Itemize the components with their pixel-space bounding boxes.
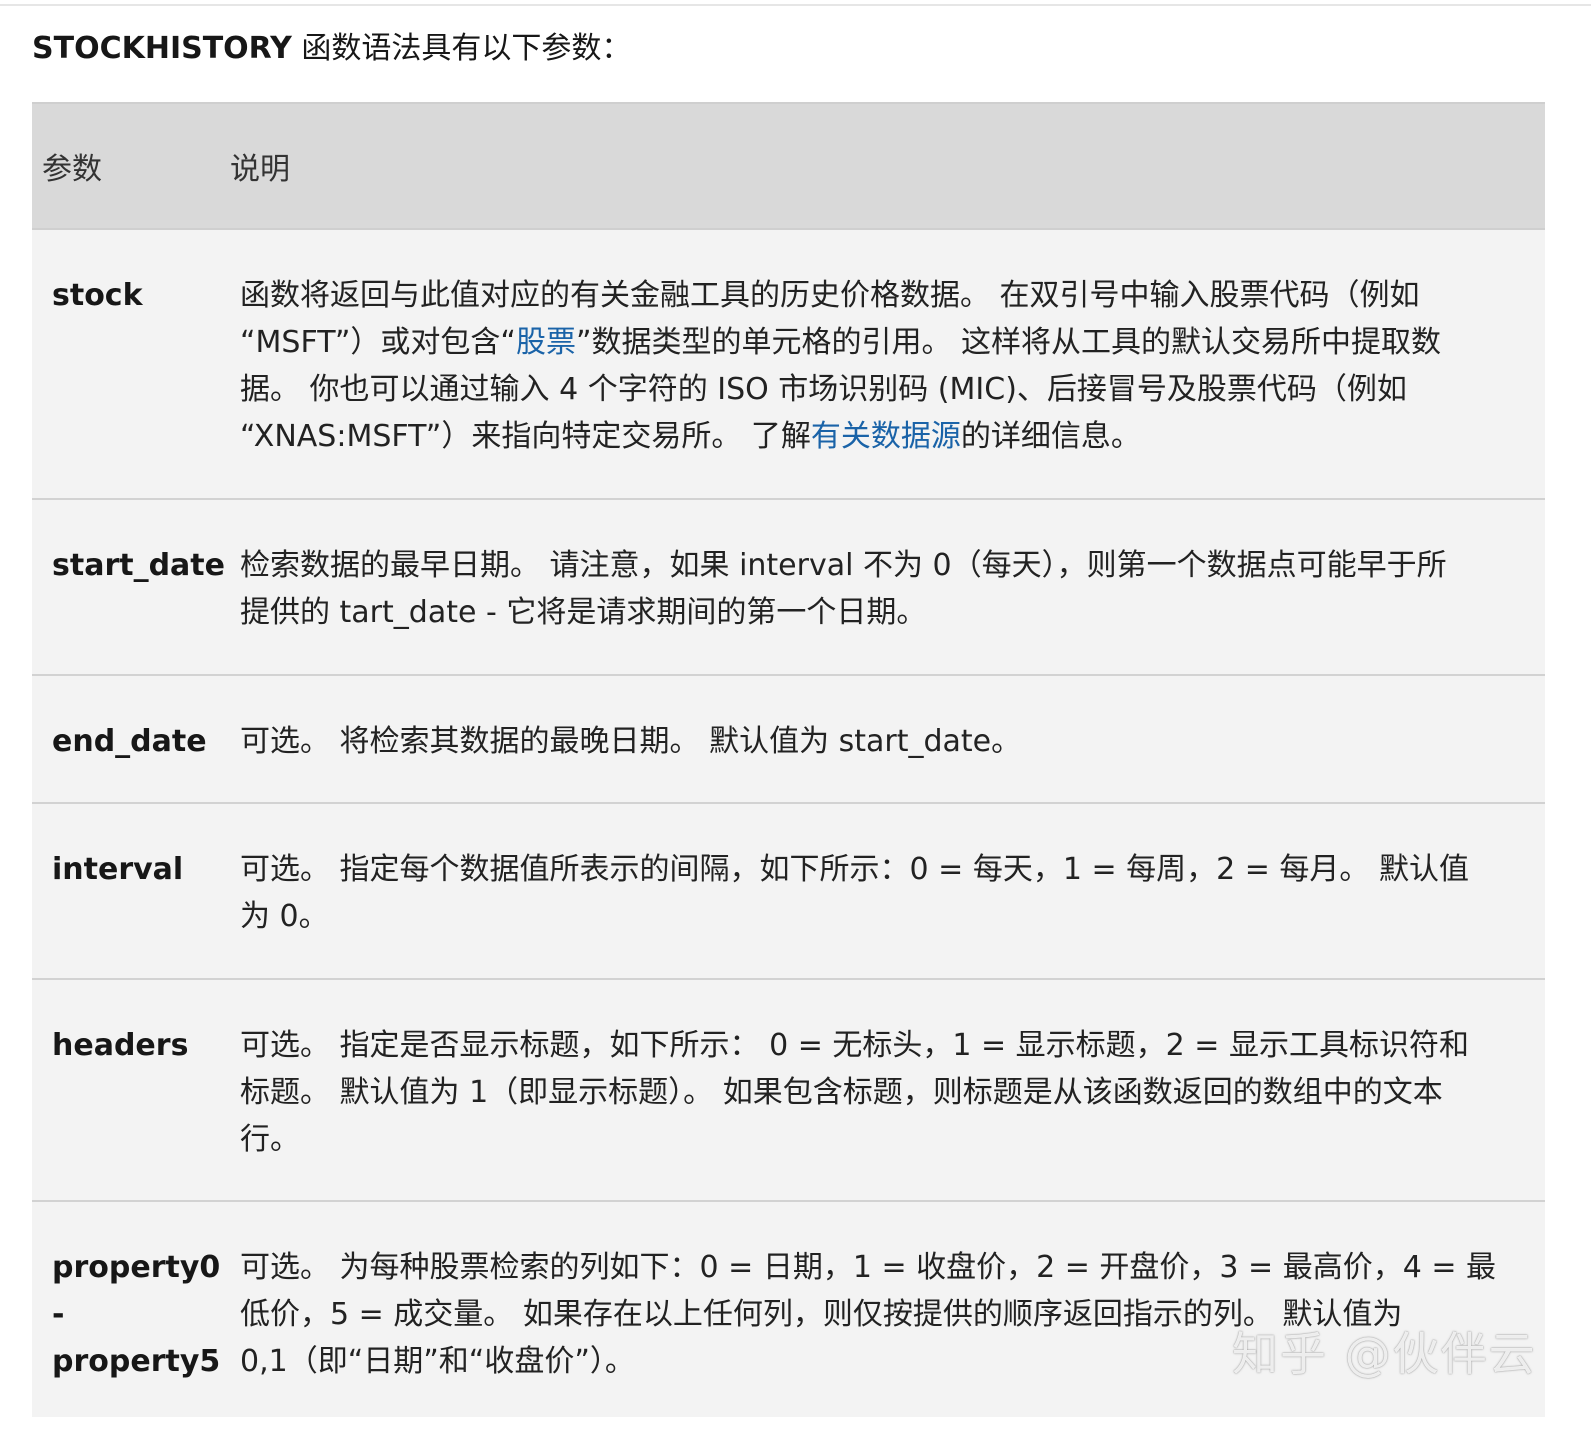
param-name-property-dash: - — [52, 1297, 65, 1332]
link-data-sources[interactable]: 有关数据源 — [811, 419, 961, 454]
desc-line: “MSFT”）或对包含“股票”数据类型的单元格的引用。 这样将从工具的默认交易所… — [240, 319, 1517, 366]
row-property: property0 - property5 可选。 为每种股票检索的列如下：0 … — [32, 1201, 1545, 1417]
row-start-date: start_date 检索数据的最早日期。 请注意，如果 interval 不为… — [32, 499, 1545, 676]
header-desc: 说明 — [219, 102, 1545, 230]
param-name-start-date: start_date — [52, 548, 225, 583]
desc-line: 可选。 指定是否显示标题，如下所示： 0 = 无标头，1 = 显示标题，2 = … — [240, 1028, 1469, 1063]
desc-line: 标题。 默认值为 1（即显示标题）。 如果包含标题，则标题是从该函数返回的数组中… — [240, 1075, 1443, 1110]
desc-line: 函数将返回与此值对应的有关金融工具的历史价格数据。 在双引号中输入股票代码（例如 — [240, 278, 1420, 313]
param-desc-start-date: 检索数据的最早日期。 请注意，如果 interval 不为 0（每天），则第一个… — [219, 499, 1545, 676]
row-stock: stock 函数将返回与此值对应的有关金融工具的历史价格数据。 在双引号中输入股… — [32, 229, 1545, 500]
parameters-table: 参数 说明 stock 函数将返回与此值对应的有关金融工具的历史价格数据。 在双… — [32, 102, 1545, 1417]
function-name: STOCKHISTORY — [32, 31, 292, 66]
desc-text: 的详细信息。 — [960, 419, 1141, 454]
header-param: 参数 — [32, 102, 219, 230]
desc-line: 可选。 指定每个数据值所表示的间隔，如下所示：0 = 每天，1 = 每周，2 =… — [240, 852, 1469, 887]
desc-line: 检索数据的最早日期。 请注意，如果 interval 不为 0（每天），则第一个… — [240, 548, 1447, 583]
intro-text: 函数语法具有以下参数： — [291, 31, 632, 66]
desc-line: “XNAS:MSFT”）来指向特定交易所。 了解有关数据源的详细信息。 — [240, 413, 1517, 460]
desc-line: 据。 你也可以通过输入 4 个字符的 ISO 市场识别码 (MIC)、后接冒号及… — [240, 372, 1407, 407]
desc-line: 行。 — [240, 1122, 300, 1157]
param-name: start_date — [32, 499, 225, 676]
param-desc-end-date: 可选。 将检索其数据的最晚日期。 默认值为 start_date。 — [219, 675, 1545, 804]
desc-text: “XNAS:MSFT”）来指向特定交易所。 了解 — [240, 419, 811, 454]
param-name-property-start: property0 — [52, 1250, 221, 1285]
param-name: end_date — [32, 675, 219, 804]
watermark: 知乎 @伙伴云 — [1232, 1327, 1537, 1381]
param-desc-property: 可选。 为每种股票检索的列如下：0 = 日期，1 = 收盘价，2 = 开盘价，3… — [219, 1201, 1545, 1417]
row-headers: headers 可选。 指定是否显示标题，如下所示： 0 = 无标头，1 = 显… — [32, 979, 1545, 1202]
desc-text: “MSFT”）或对包含“ — [240, 325, 516, 360]
param-name-property-end: property5 — [52, 1344, 221, 1379]
top-divider — [0, 4, 1591, 6]
param-name: interval — [32, 803, 219, 980]
desc-line: 可选。 为每种股票检索的列如下：0 = 日期，1 = 收盘价，2 = 开盘价，3… — [240, 1250, 1497, 1285]
param-name-end-date: end_date — [52, 724, 207, 759]
param-desc-stock: 函数将返回与此值对应的有关金融工具的历史价格数据。 在双引号中输入股票代码（例如… — [219, 229, 1545, 500]
param-name: property0 - property5 — [32, 1201, 221, 1417]
param-name-headers: headers — [52, 1028, 189, 1063]
param-desc-interval: 可选。 指定每个数据值所表示的间隔，如下所示：0 = 每天，1 = 每周，2 =… — [219, 803, 1545, 980]
row-end-date: end_date 可选。 将检索其数据的最晚日期。 默认值为 start_dat… — [32, 675, 1545, 804]
row-interval: interval 可选。 指定每个数据值所表示的间隔，如下所示：0 = 每天，1… — [32, 803, 1545, 980]
table-header-row: 参数 说明 — [32, 102, 1545, 230]
desc-line: 可选。 将检索其数据的最晚日期。 默认值为 start_date。 — [240, 724, 1022, 759]
link-stocks[interactable]: 股票 — [516, 325, 576, 360]
param-name: headers — [32, 979, 219, 1202]
param-name-stock: stock — [52, 278, 143, 313]
param-desc-headers: 可选。 指定是否显示标题，如下所示： 0 = 无标头，1 = 显示标题，2 = … — [219, 979, 1545, 1202]
desc-text: ”数据类型的单元格的引用。 这样将从工具的默认交易所中提取数 — [575, 325, 1442, 360]
desc-line: 为 0。 — [240, 899, 329, 934]
param-name: stock — [32, 229, 219, 500]
param-name-interval: interval — [52, 852, 184, 887]
desc-line: 提供的 tart_date - 它将是请求期间的第一个日期。 — [240, 595, 927, 630]
intro-sentence: STOCKHISTORY 函数语法具有以下参数： — [32, 28, 631, 70]
